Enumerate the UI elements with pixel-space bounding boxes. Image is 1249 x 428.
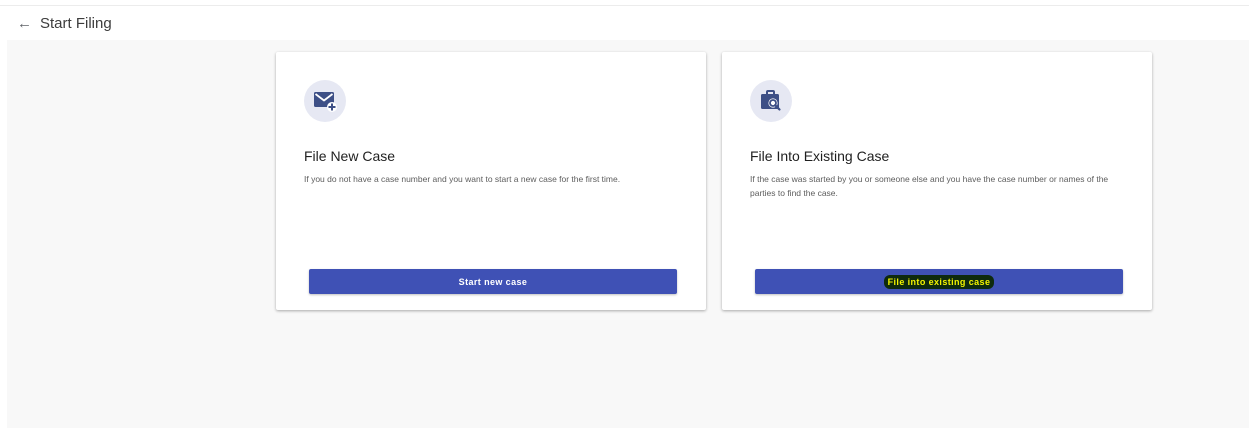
card-title: File New Case	[304, 148, 396, 164]
briefcase-search-icon-container	[750, 80, 792, 122]
button-label: File into existing case	[883, 274, 995, 289]
file-new-case-card: File New Case If you do not have a case …	[276, 52, 706, 310]
mail-plus-icon-container	[304, 80, 346, 122]
start-new-case-button[interactable]: Start new case	[309, 269, 677, 294]
arrow-left-icon[interactable]: ←	[17, 16, 32, 31]
main-content: File New Case If you do not have a case …	[7, 40, 1249, 428]
back-link[interactable]: ← Start Filing	[17, 15, 112, 32]
card-description: If the case was started by you or someon…	[750, 174, 1109, 198]
card-description: If you do not have a case number and you…	[304, 174, 621, 184]
card-title: File Into Existing Case	[750, 148, 890, 164]
file-existing-case-card: File Into Existing Case If the case was …	[722, 52, 1152, 310]
file-into-existing-case-button[interactable]: File into existing case	[755, 269, 1123, 294]
button-label: Start new case	[458, 276, 528, 287]
briefcase-search-icon	[761, 90, 781, 111]
mail-plus-icon	[314, 92, 337, 112]
page-header: ← Start Filing	[0, 6, 1249, 40]
page-title: Start Filing	[40, 14, 112, 32]
